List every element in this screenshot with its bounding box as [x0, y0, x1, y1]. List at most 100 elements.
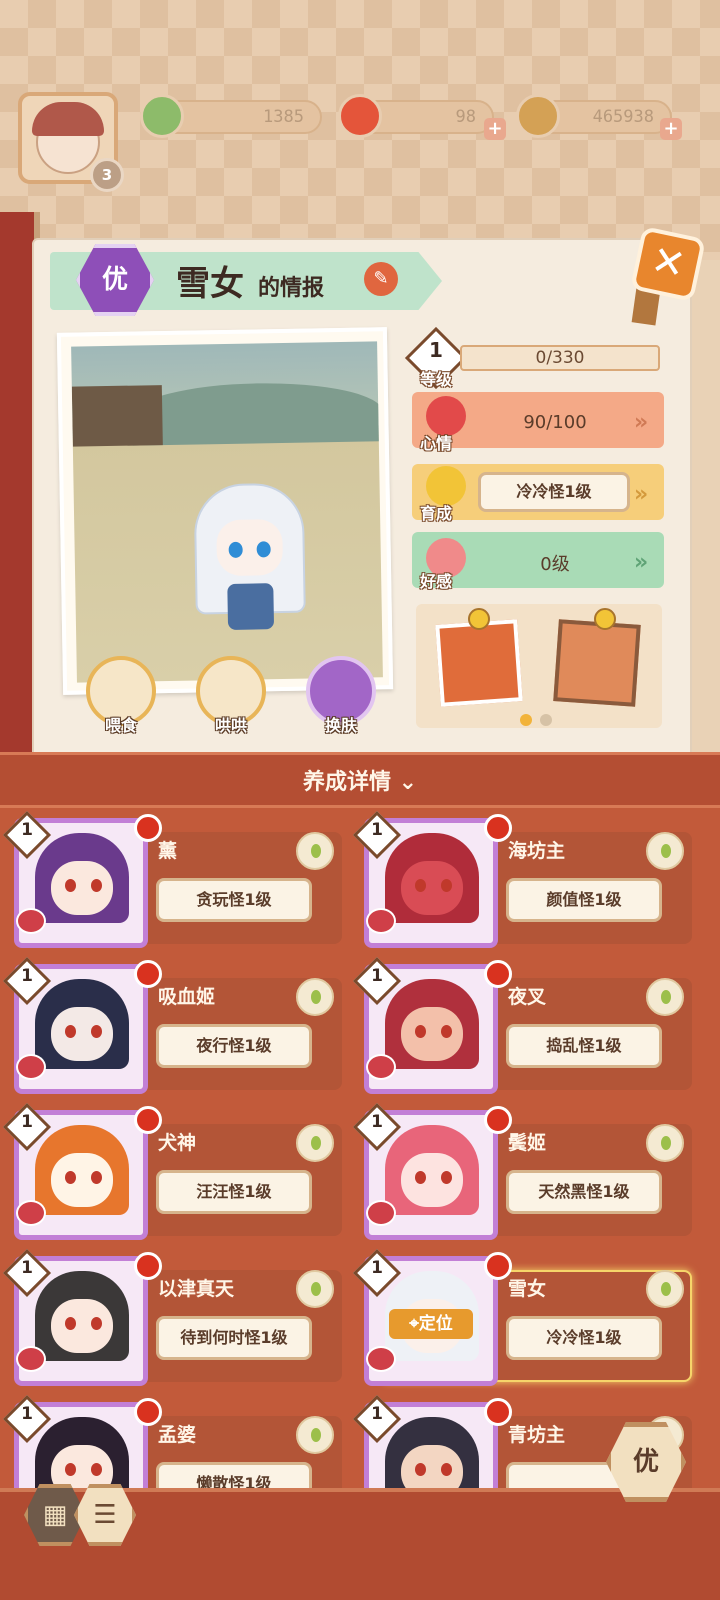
portrait-eye	[65, 1025, 76, 1038]
card-status-chip: 颜值怪1级	[506, 878, 662, 922]
character-eye-right	[256, 541, 271, 558]
seed-icon[interactable]	[296, 978, 334, 1016]
scene-house	[71, 385, 163, 447]
character-card[interactable]: 1 吸血姬 夜行怪1级	[2, 956, 342, 1094]
character-face	[216, 519, 284, 577]
level-label: 等级	[420, 370, 453, 389]
character-card[interactable]: 1 鬓姬 天然黑怪1级	[352, 1102, 692, 1240]
seed-icon[interactable]	[646, 832, 684, 870]
heart-icon	[16, 1054, 46, 1080]
card-name: 海坊主	[508, 840, 566, 862]
heart-icon	[16, 1346, 46, 1372]
heart-icon	[16, 908, 46, 934]
growth-label: 育成	[420, 504, 453, 523]
gift-smile-icon-1	[468, 608, 490, 630]
seed-icon[interactable]	[646, 1270, 684, 1308]
avatar-hair	[32, 102, 104, 136]
portrait-eye	[415, 1171, 426, 1184]
heart-icon	[366, 1200, 396, 1226]
section-title: 养成详情 ⌄	[302, 770, 418, 795]
character-name: 雪女	[176, 264, 244, 304]
portrait-eye	[441, 1171, 452, 1184]
card-status-chip: 捣乱怪1级	[506, 1024, 662, 1068]
coin-add-button[interactable]: +	[660, 118, 682, 140]
list-icon: ☰	[93, 1500, 117, 1530]
portrait-eye	[91, 1463, 102, 1476]
portrait-face	[51, 861, 113, 915]
portrait-eye	[91, 1025, 102, 1038]
portrait-eye	[65, 879, 76, 892]
nine-add-button[interactable]: +	[484, 118, 506, 140]
seed-icon[interactable]	[646, 978, 684, 1016]
edit-name-button[interactable]: ✎	[364, 262, 398, 296]
heart-icon	[16, 1200, 46, 1226]
card-name: 犬神	[158, 1132, 197, 1154]
player-level-badge: 3	[90, 158, 124, 192]
portrait-face	[401, 1007, 463, 1061]
portrait-eye	[441, 1463, 452, 1476]
card-name: 薰	[158, 840, 178, 862]
card-level-value: 1	[21, 1112, 33, 1132]
pencil-icon: ✎	[373, 268, 389, 289]
locate-tag[interactable]: ⌖定位	[389, 1309, 473, 1339]
level-value: 1	[429, 338, 443, 362]
page-dot[interactable]	[540, 714, 552, 726]
nine-icon	[338, 94, 382, 138]
gift-card-1[interactable]	[435, 619, 523, 707]
portrait-eye	[91, 1317, 102, 1330]
affection-arrow-icon: »	[634, 550, 649, 575]
gift-smile-icon-2	[594, 608, 616, 630]
heart-icon	[366, 1346, 396, 1372]
portrait-eye	[415, 1025, 426, 1038]
character-photo[interactable]	[56, 327, 394, 695]
character-card[interactable]: ⌖定位 1 雪女 冷冷怪1级	[352, 1248, 692, 1386]
portrait-face	[51, 1007, 113, 1061]
photo-scene	[71, 341, 383, 683]
affection-label: 好感	[420, 572, 453, 591]
character-card[interactable]: 1 夜叉捣乱怪1级	[352, 956, 692, 1094]
portrait-face	[51, 1299, 113, 1353]
portrait-eye	[441, 1025, 452, 1038]
portrait-eye	[91, 879, 102, 892]
page-dot-active[interactable]	[520, 714, 532, 726]
card-name: 夜叉	[508, 986, 547, 1008]
coin-icon	[516, 94, 560, 138]
card-level-value: 1	[371, 1258, 383, 1278]
card-status-chip: 汪汪怪1级	[156, 1170, 312, 1214]
close-button[interactable]: ✕	[630, 226, 706, 302]
heart-icon	[366, 1054, 396, 1080]
portrait-face	[51, 1153, 113, 1207]
card-status-chip: 贪玩怪1级	[156, 878, 312, 922]
card-level-value: 1	[371, 966, 383, 986]
seed-icon[interactable]	[296, 1270, 334, 1308]
card-level-value: 1	[21, 1258, 33, 1278]
card-name: 青坊主	[508, 1424, 566, 1446]
portrait-eye	[91, 1171, 102, 1184]
seed-icon[interactable]	[646, 1124, 684, 1162]
close-icon: ✕	[647, 237, 690, 290]
card-status-chip: 冷冷怪1级	[506, 1316, 662, 1360]
card-level-value: 1	[371, 1404, 383, 1424]
title-suffix: 的情报	[258, 276, 325, 301]
portrait-eye	[415, 1463, 426, 1476]
seed-icon[interactable]	[296, 832, 334, 870]
card-status-chip: 天然黑怪1级	[506, 1170, 662, 1214]
portrait-eye	[441, 879, 452, 892]
seed-icon[interactable]	[296, 1124, 334, 1162]
portrait-eye	[65, 1463, 76, 1476]
skin-label: 换肤	[324, 716, 357, 735]
gift-card-2[interactable]	[553, 619, 641, 707]
scene-hill	[131, 381, 383, 446]
feed-label: 喂食	[104, 716, 137, 735]
grid-icon: ▦	[42, 1500, 68, 1530]
seed-icon[interactable]	[296, 1416, 334, 1454]
character-card[interactable]: 1 海坊主颜值怪1级	[352, 810, 692, 948]
character-card[interactable]: 1 以津真天 待到何时怪1级	[2, 1248, 342, 1386]
card-status-chip: 夜行怪1级	[156, 1024, 312, 1068]
mood-arrow-icon: »	[634, 410, 649, 435]
card-name: 孟婆	[158, 1424, 197, 1446]
card-level-value: 1	[371, 820, 383, 840]
character-card[interactable]: 1 薰贪玩怪1级	[2, 810, 342, 948]
portrait-face	[401, 1153, 463, 1207]
character-card[interactable]: 1 犬神汪汪怪1级	[2, 1102, 342, 1240]
